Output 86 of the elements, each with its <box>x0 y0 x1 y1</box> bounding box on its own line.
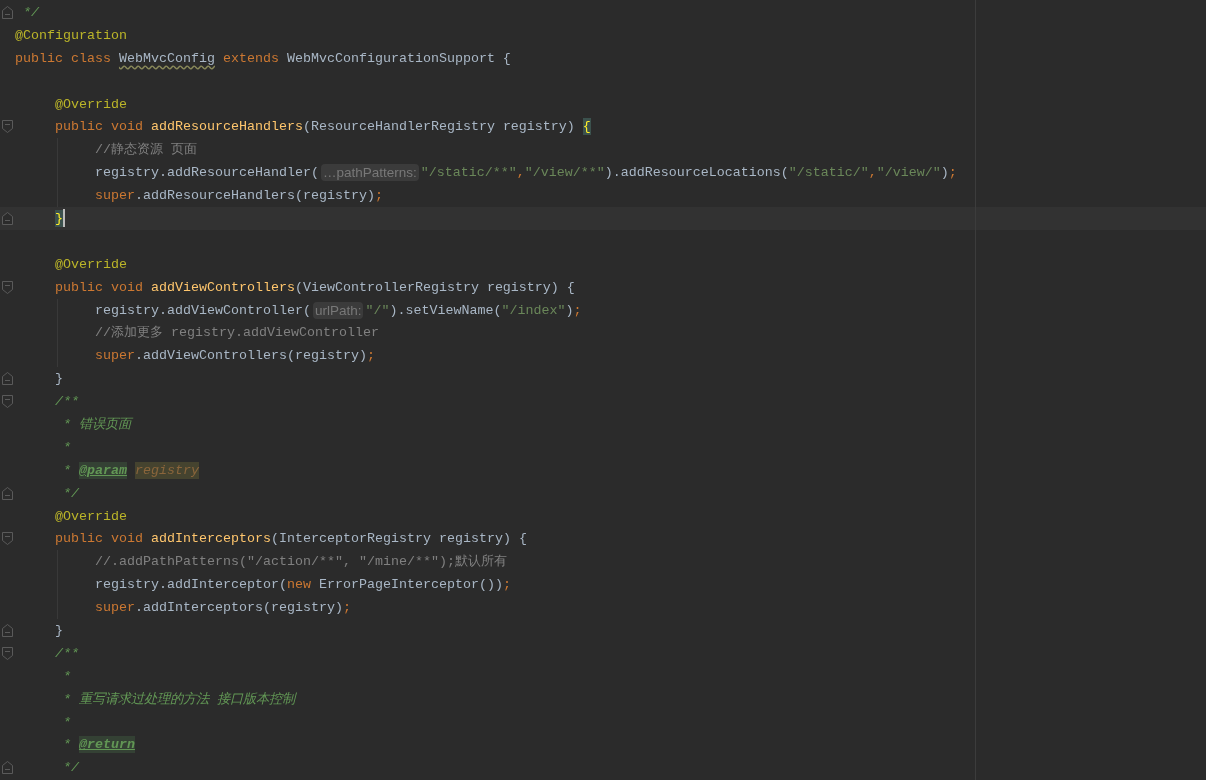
code-keyword: extends <box>222 49 279 67</box>
fold-start-icon[interactable] <box>2 532 13 546</box>
doc-comment: * 错误页面 <box>62 415 131 433</box>
fold-start-icon[interactable] <box>2 120 13 134</box>
parameter-hint: urlPath: <box>312 301 364 319</box>
text-cursor <box>63 209 65 228</box>
doc-tag: @param <box>78 461 127 479</box>
fold-end-icon[interactable] <box>2 761 13 775</box>
fold-start-icon[interactable] <box>2 646 13 660</box>
code-text: ) <box>565 301 574 319</box>
code-text: .addInterceptors(registry) <box>134 599 343 617</box>
doc-comment: * <box>62 438 71 456</box>
string-literal: "/view/**" <box>524 164 605 182</box>
doc-comment: * <box>62 461 71 479</box>
doc-comment: */ <box>62 759 79 777</box>
code-comment: //.addPathPatterns("/action/**", "/mine/**");默认所有 <box>94 553 507 571</box>
code-keyword: public <box>55 278 103 296</box>
code-comment: //添加更多 registry.addViewController <box>94 324 379 342</box>
doc-parameter: registry <box>134 461 199 479</box>
code-keyword: new <box>286 576 311 594</box>
code-text: ) <box>940 164 949 182</box>
code-punctuation: ; <box>502 576 511 594</box>
code-keyword: public <box>15 49 63 67</box>
code-text: (ResourceHandlerRegistry registry) <box>302 118 575 136</box>
code-punctuation: , <box>868 164 877 182</box>
code-annotation: @Override <box>55 255 127 273</box>
code-text: WebMvcConfigurationSupport { <box>286 49 511 67</box>
code-text: .addViewControllers(registry) <box>134 347 367 365</box>
doc-comment: * <box>62 667 71 685</box>
code-keyword: void <box>110 278 143 296</box>
doc-comment: * <box>62 736 71 754</box>
code-text: ErrorPageInterceptor()) <box>318 576 503 594</box>
code-punctuation: ; <box>948 164 957 182</box>
code-punctuation: ; <box>374 187 383 205</box>
code-annotation: @Configuration <box>15 26 127 44</box>
doc-tag: @return <box>78 736 135 754</box>
fold-end-icon[interactable] <box>2 5 13 19</box>
matched-brace: { <box>582 118 591 136</box>
fold-end-icon[interactable] <box>2 211 13 225</box>
code-text: registry.addViewController( <box>94 301 311 319</box>
doc-comment: * 重写请求过处理的方法 接口版本控制 <box>62 690 295 708</box>
parameter-hint: …pathPatterns: <box>320 164 419 182</box>
code-keyword: super <box>94 599 135 617</box>
method-name: addViewControllers <box>150 278 295 296</box>
matched-brace: } <box>55 209 63 227</box>
code-punctuation: , <box>516 164 525 182</box>
string-literal: "/static/" <box>788 164 869 182</box>
code-text: registry.addInterceptor( <box>94 576 287 594</box>
code-text: ).setViewName( <box>389 301 502 319</box>
code-keyword: public <box>55 530 103 548</box>
code-text: } <box>55 622 63 639</box>
string-literal: "/static/**" <box>420 164 517 182</box>
string-literal: "/" <box>365 301 390 319</box>
doc-comment: */ <box>62 484 79 502</box>
fold-end-icon[interactable] <box>2 486 13 500</box>
method-name: addInterceptors <box>150 530 271 548</box>
code-text: ).addResourceLocations( <box>604 164 789 182</box>
doc-comment: * <box>62 713 71 731</box>
code-text: } <box>55 370 63 388</box>
code-keyword: super <box>94 187 135 205</box>
code-text: (InterceptorRegistry registry) { <box>270 530 527 548</box>
code-punctuation: ; <box>342 599 351 617</box>
code-annotation: @Override <box>55 95 127 113</box>
code-keyword: void <box>110 530 143 548</box>
code-keyword: super <box>94 347 135 365</box>
code-text: .addResourceHandlers(registry) <box>134 187 375 205</box>
fold-start-icon[interactable] <box>2 280 13 294</box>
string-literal: "/view/" <box>876 164 941 182</box>
string-literal: "/index" <box>501 301 566 319</box>
fold-end-icon[interactable] <box>2 372 13 386</box>
code-text: (ViewControllerRegistry registry) { <box>294 278 575 296</box>
doc-comment: /** <box>55 644 79 662</box>
code-keyword: void <box>110 118 143 136</box>
code-comment: //静态资源 页面 <box>94 141 197 159</box>
method-name: addResourceHandlers <box>150 118 303 136</box>
doc-comment: */ <box>23 3 39 21</box>
code-annotation: @Override <box>55 507 127 525</box>
code-text: registry.addResourceHandler( <box>94 164 319 182</box>
fold-start-icon[interactable] <box>2 395 13 409</box>
doc-comment: /** <box>55 393 79 411</box>
code-punctuation: ; <box>366 347 375 365</box>
class-name: WebMvcConfig <box>118 49 215 67</box>
code-punctuation: ; <box>573 301 582 319</box>
code-keyword: public <box>55 118 103 136</box>
code-keyword: class <box>71 49 111 67</box>
fold-end-icon[interactable] <box>2 624 13 637</box>
